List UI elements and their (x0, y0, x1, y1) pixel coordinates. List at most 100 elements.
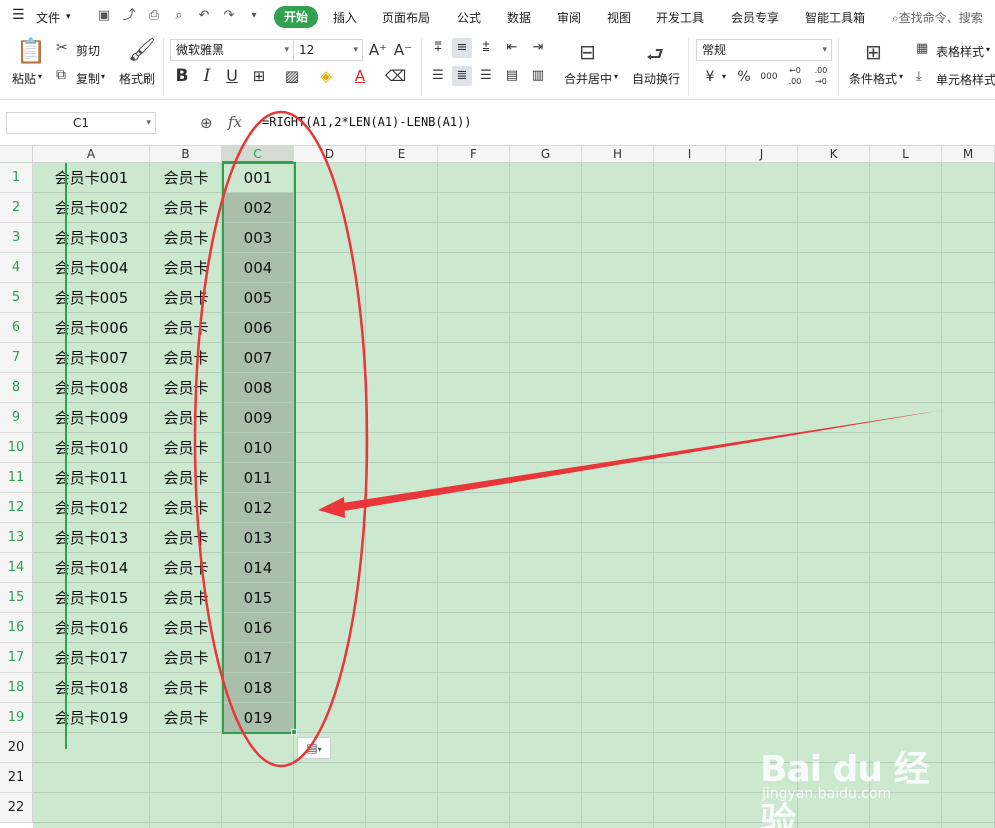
column-header-a[interactable]: A (33, 146, 150, 163)
print-preview-icon[interactable]: ⌕ (171, 8, 187, 24)
cell-b17[interactable]: 会员卡 (150, 643, 222, 673)
tab-view[interactable]: 视图 (607, 9, 631, 26)
column-header-g[interactable]: G (510, 146, 582, 163)
tab-developer[interactable]: 开发工具 (656, 9, 704, 26)
font-grow-icon[interactable]: A⁺ (368, 40, 388, 60)
cell-c21[interactable] (222, 763, 294, 793)
row-header-2[interactable]: 2 (0, 193, 33, 223)
name-box[interactable]: C1 ▾ (6, 112, 156, 134)
tab-formulas[interactable]: 公式 (457, 9, 481, 26)
column-header-i[interactable]: I (654, 146, 726, 163)
cell-a10[interactable]: 会员卡010 (33, 433, 150, 463)
cell-b7[interactable]: 会员卡 (150, 343, 222, 373)
align-center-icon[interactable]: ≣ (452, 66, 472, 86)
row-header-8[interactable]: 8 (0, 373, 33, 403)
cell-a9[interactable]: 会员卡009 (33, 403, 150, 433)
italic-button[interactable]: I (197, 66, 217, 86)
column-header-b[interactable]: B (150, 146, 222, 163)
cell-a17[interactable]: 会员卡017 (33, 643, 150, 673)
row-header-14[interactable]: 14 (0, 553, 33, 583)
cell-b8[interactable]: 会员卡 (150, 373, 222, 403)
column-header-l[interactable]: L (870, 146, 942, 163)
column-header-d[interactable]: D (294, 146, 366, 163)
currency-button[interactable]: ¥ (700, 67, 720, 87)
cell-b14[interactable]: 会员卡 (150, 553, 222, 583)
row-header-10[interactable]: 10 (0, 433, 33, 463)
cell-c20[interactable] (222, 733, 294, 763)
cell-b6[interactable]: 会员卡 (150, 313, 222, 343)
row-header-12[interactable]: 12 (0, 493, 33, 523)
cell-a19[interactable]: 会员卡019 (33, 703, 150, 733)
row-header-16[interactable]: 16 (0, 613, 33, 643)
row-header-22[interactable]: 22 (0, 793, 33, 823)
font-name-select[interactable]: 微软雅黑 ▾ (170, 39, 294, 61)
column-header-c[interactable]: C (222, 146, 294, 163)
fill-pattern-icon[interactable]: ▨ (282, 66, 302, 86)
number-format-select[interactable]: 常规 ▾ (696, 39, 832, 61)
cell-b1[interactable]: 会员卡 (150, 163, 222, 193)
font-shrink-icon[interactable]: A⁻ (393, 40, 413, 60)
cell-b11[interactable]: 会员卡 (150, 463, 222, 493)
cell-a8[interactable]: 会员卡008 (33, 373, 150, 403)
cell-a13[interactable]: 会员卡013 (33, 523, 150, 553)
cell-a1[interactable]: 会员卡001 (33, 163, 150, 193)
row-header-11[interactable]: 11 (0, 463, 33, 493)
tab-start[interactable]: 开始 (274, 6, 318, 28)
cell-b22[interactable] (150, 793, 222, 823)
row-header-18[interactable]: 18 (0, 673, 33, 703)
command-search[interactable]: ⌕查找命令、搜索 (892, 9, 983, 26)
row-header-1[interactable]: 1 (0, 163, 33, 193)
select-all-corner[interactable] (0, 146, 33, 163)
cell-a21[interactable] (33, 763, 150, 793)
justify-icon[interactable]: ▤ (502, 66, 522, 86)
cell-b5[interactable]: 会员卡 (150, 283, 222, 313)
cell-b15[interactable]: 会员卡 (150, 583, 222, 613)
hamburger-icon[interactable]: ☰ (12, 7, 25, 23)
row-header-9[interactable]: 9 (0, 403, 33, 433)
cell-b16[interactable]: 会员卡 (150, 613, 222, 643)
save-icon[interactable]: ▣ (96, 8, 112, 24)
increase-indent-icon[interactable]: ⇥ (528, 38, 548, 58)
bold-button[interactable]: B (172, 66, 192, 86)
cell-a3[interactable]: 会员卡003 (33, 223, 150, 253)
row-header-4[interactable]: 4 (0, 253, 33, 283)
chevron-down-icon[interactable]: ▾ (66, 12, 71, 22)
tab-page-layout[interactable]: 页面布局 (382, 9, 430, 26)
redo-icon[interactable]: ↷ (221, 8, 237, 24)
cell-b19[interactable]: 会员卡 (150, 703, 222, 733)
cell-a15[interactable]: 会员卡015 (33, 583, 150, 613)
cell-b12[interactable]: 会员卡 (150, 493, 222, 523)
cell-a14[interactable]: 会员卡014 (33, 553, 150, 583)
fill-handle[interactable] (291, 729, 297, 735)
column-header-e[interactable]: E (366, 146, 438, 163)
paste-options-button[interactable]: ▤▾ (297, 737, 331, 759)
underline-button[interactable]: U (222, 66, 242, 86)
tab-insert[interactable]: 插入 (333, 9, 357, 26)
increase-decimal-button[interactable]: ←0 .00 (784, 65, 806, 86)
cell-a2[interactable]: 会员卡002 (33, 193, 150, 223)
cell-a6[interactable]: 会员卡006 (33, 313, 150, 343)
tab-smart-toolbox[interactable]: 智能工具箱 (805, 9, 865, 26)
chevron-down-icon[interactable]: ▾ (722, 72, 726, 81)
zoom-icon[interactable]: ⊕ (200, 114, 213, 132)
tab-member[interactable]: 会员专享 (731, 9, 779, 26)
borders-icon[interactable]: ⊞ (249, 66, 269, 86)
cell-a11[interactable]: 会员卡011 (33, 463, 150, 493)
cell-area[interactable]: 会员卡001 会员卡 001 会员卡002 会员卡 002 会员卡003 会员卡 003 会员卡0… (33, 162, 995, 828)
cell-b21[interactable] (150, 763, 222, 793)
cell-a12[interactable]: 会员卡012 (33, 493, 150, 523)
column-header-h[interactable]: H (582, 146, 654, 163)
align-top-icon[interactable]: ⩱ (428, 38, 448, 58)
cell-a20[interactable] (33, 733, 150, 763)
column-header-k[interactable]: K (798, 146, 870, 163)
cell-b4[interactable]: 会员卡 (150, 253, 222, 283)
customize-quick-access-icon[interactable]: ▾ (246, 8, 262, 24)
cell-b3[interactable]: 会员卡 (150, 223, 222, 253)
cell-a5[interactable]: 会员卡005 (33, 283, 150, 313)
row-header-15[interactable]: 15 (0, 583, 33, 613)
align-right-icon[interactable]: ☰ (476, 66, 496, 86)
tab-data[interactable]: 数据 (507, 9, 531, 26)
row-header-7[interactable]: 7 (0, 343, 33, 373)
export-icon[interactable]: ⤴ (121, 8, 137, 24)
cell-c22[interactable] (222, 793, 294, 823)
